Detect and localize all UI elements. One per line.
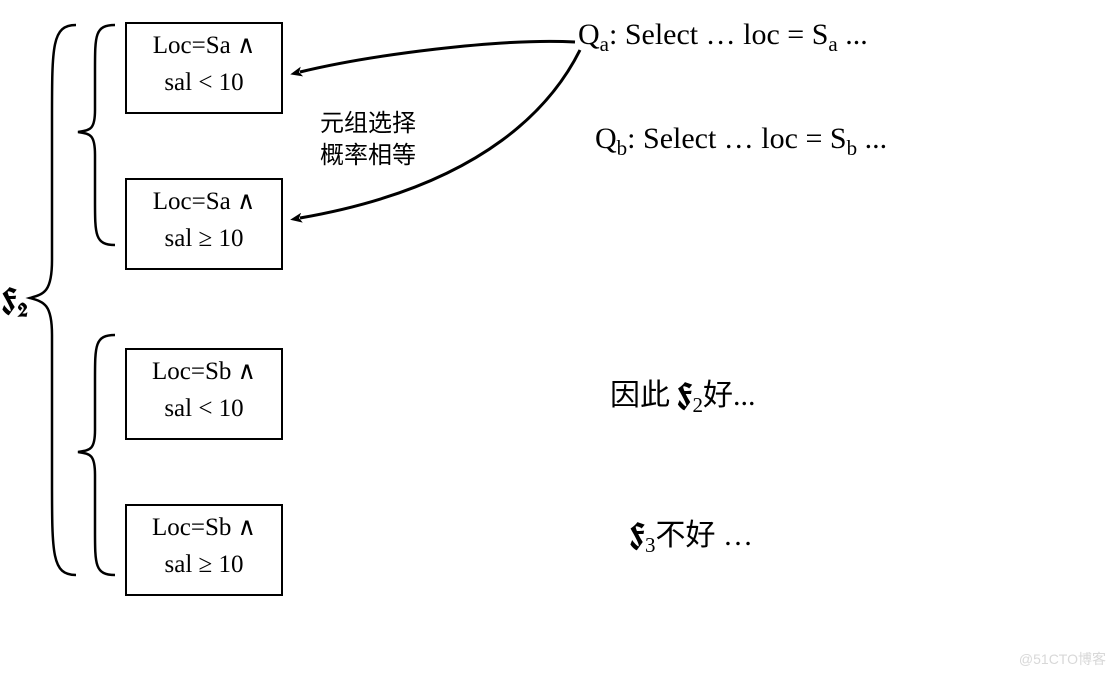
arrow-qa-to-box1 <box>300 41 575 72</box>
brace-outer <box>30 25 76 575</box>
brace-lower <box>78 335 115 575</box>
query-qa: Qa: Select … loc = Sa ... <box>578 18 868 57</box>
c1-f: F <box>678 375 693 414</box>
qa-sub: a <box>600 32 609 56</box>
fragment-box-3: Loc=Sb ∧ sal < 10 <box>125 348 283 440</box>
fragment-box-1: Loc=Sa ∧ sal < 10 <box>125 22 283 114</box>
c1-post: 好... <box>703 379 756 412</box>
conclusion-f2: 因此 F2好... <box>610 370 755 418</box>
box3-line1: Loc=Sb ∧ <box>152 358 256 385</box>
note-line2: 概率相等 <box>320 143 416 169</box>
c2-sub: 3 <box>645 533 656 557</box>
fragment-box-2: Loc=Sa ∧ sal ≥ 10 <box>125 178 283 270</box>
f2-symbol: F <box>2 280 17 319</box>
qa-prefix: Q <box>578 18 600 51</box>
qb-sub: b <box>617 136 628 160</box>
qb-prefix: Q <box>595 122 617 155</box>
box1-line2: sal < 10 <box>131 67 277 100</box>
c1-pre: 因此 <box>610 379 678 412</box>
f2-label: F2 <box>2 280 28 323</box>
qb-sub2: b <box>847 136 858 160</box>
f2-sub: 2 <box>17 295 28 323</box>
qa-tail: ... <box>838 18 868 51</box>
watermark: @51CTO博客 <box>1019 649 1106 669</box>
note-equal-probability: 元组选择 概率相等 <box>320 108 416 173</box>
c1-sub: 2 <box>692 393 703 417</box>
c2-post: 不好 … <box>655 519 753 552</box>
c2-f: F <box>630 515 645 554</box>
qb-tail: ... <box>857 122 887 155</box>
box3-line2: sal < 10 <box>131 393 277 426</box>
fragment-box-4: Loc=Sb ∧ sal ≥ 10 <box>125 504 283 596</box>
query-qb: Qb: Select … loc = Sb ... <box>595 122 887 161</box>
box1-line1: Loc=Sa ∧ <box>153 32 256 59</box>
box4-line1: Loc=Sb ∧ <box>152 514 256 541</box>
box4-line2: sal ≥ 10 <box>131 549 277 582</box>
brace-upper <box>78 25 115 245</box>
note-line1: 元组选择 <box>320 111 416 137</box>
conclusion-f3: F3不好 … <box>630 510 753 558</box>
qa-sub2: a <box>828 32 837 56</box>
box2-line1: Loc=Sa ∧ <box>153 188 256 215</box>
box2-line2: sal ≥ 10 <box>131 223 277 256</box>
qa-body: : Select … loc = S <box>609 18 828 51</box>
qb-body: : Select … loc = S <box>627 122 846 155</box>
